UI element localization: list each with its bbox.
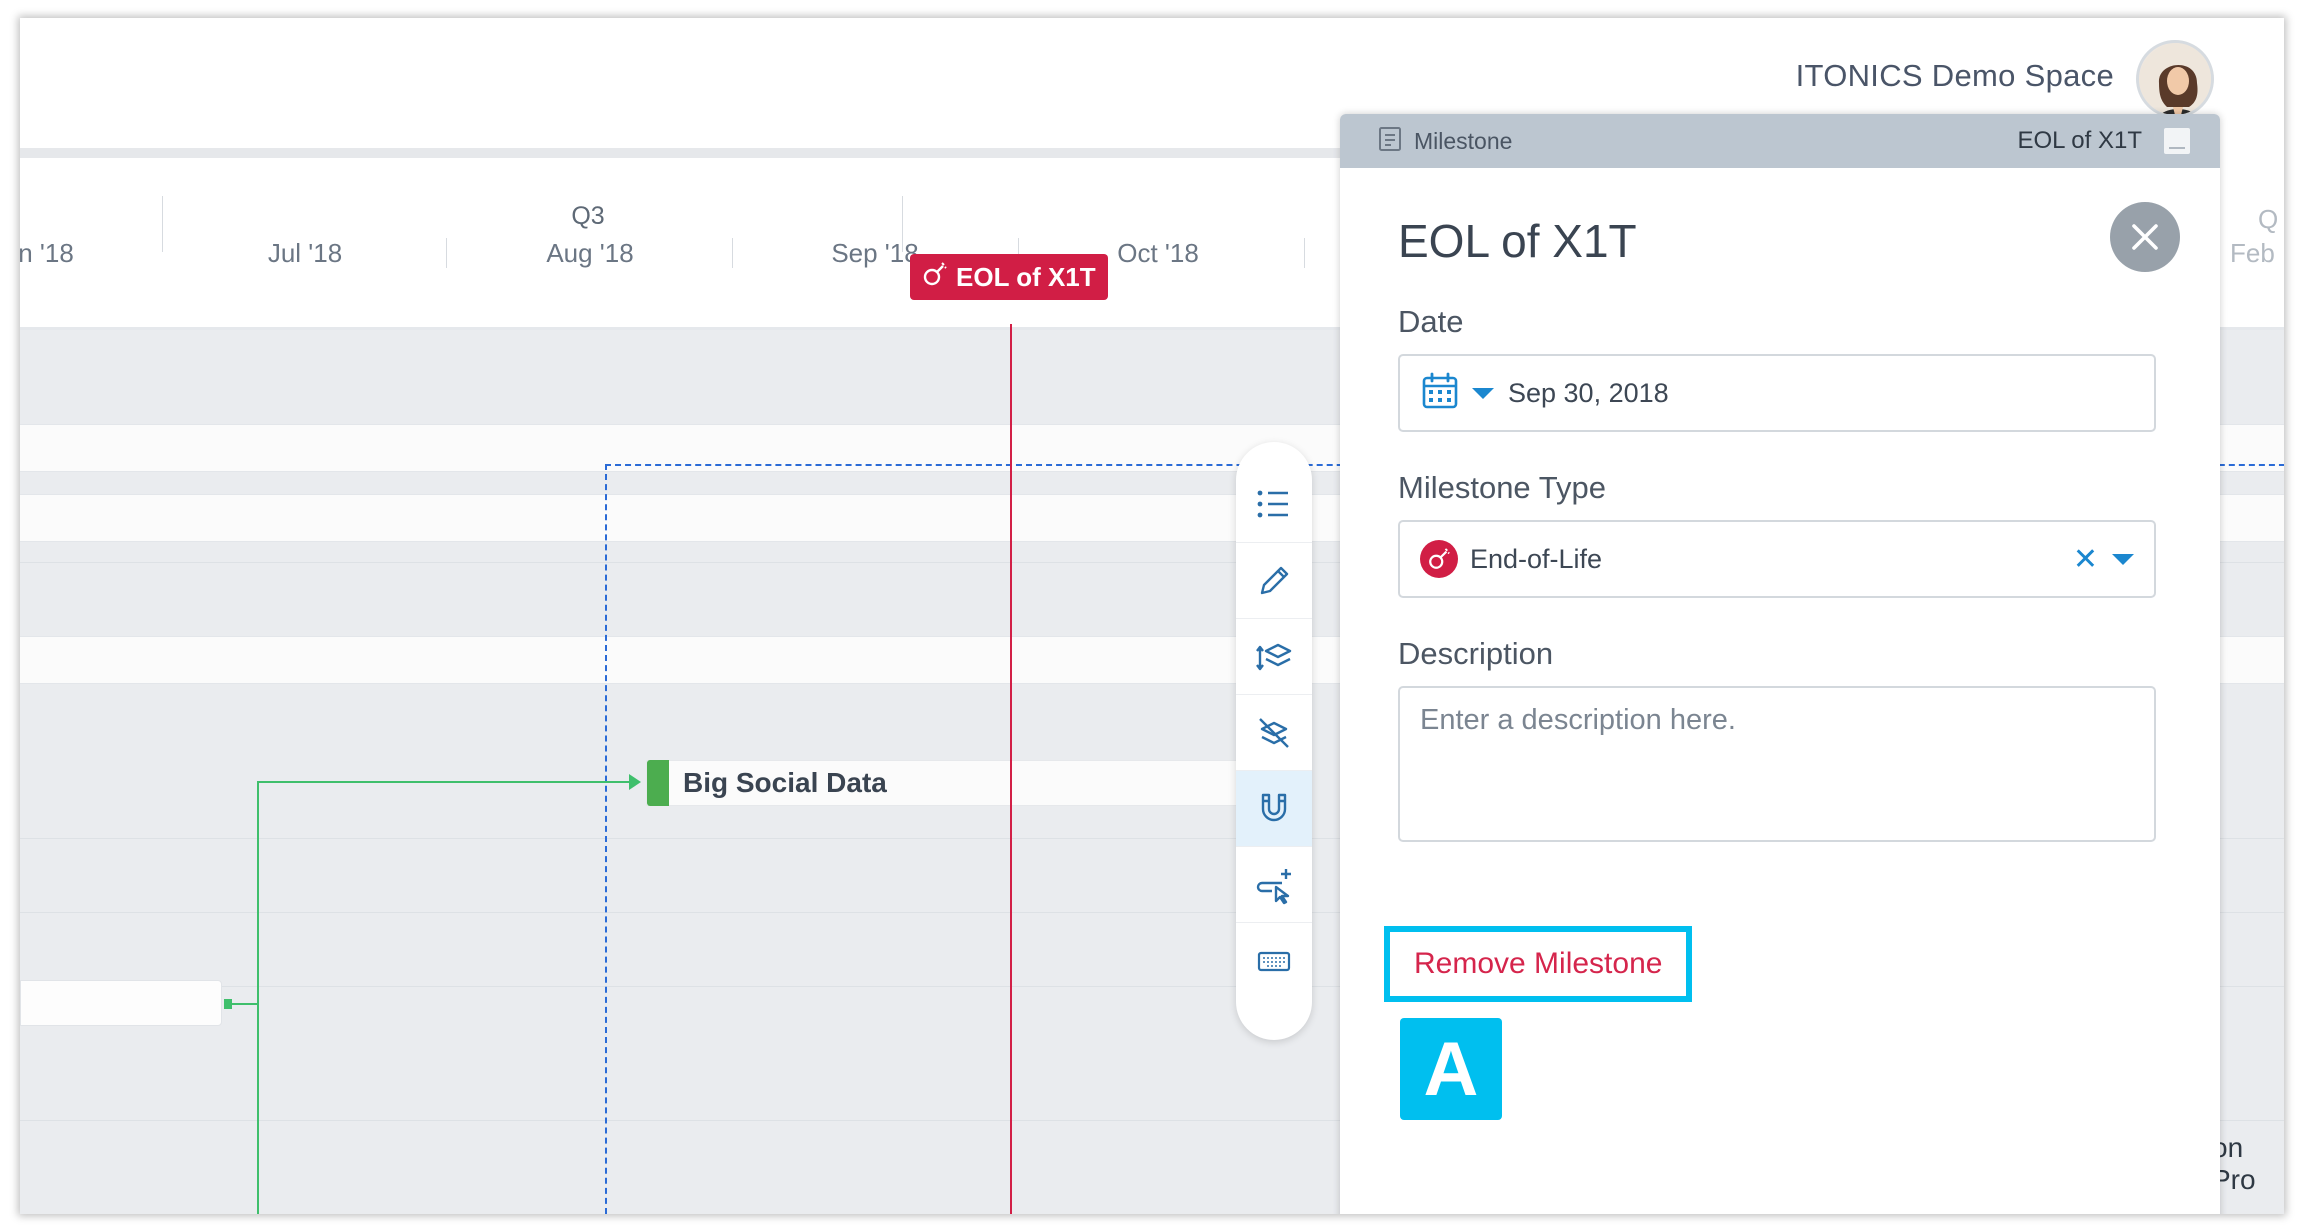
description-placeholder: Enter a description here. [1420, 704, 1736, 736]
item-color-marker [647, 760, 669, 806]
remove-milestone-button[interactable]: Remove Milestone [1414, 947, 1662, 981]
quarter-label: Q3 [571, 202, 605, 230]
tick [1304, 238, 1305, 268]
avatar-image [2139, 43, 2211, 115]
tick [446, 238, 447, 268]
calendar-icon[interactable] [1420, 371, 1460, 416]
panel-kind: Milestone [1414, 127, 1513, 154]
keyboard-shortcuts-button[interactable] [1236, 922, 1312, 998]
space-name[interactable]: ITONICS Demo Space [1796, 58, 2114, 94]
roadmap-item-big-social-data[interactable]: Big Social Data [646, 760, 1246, 806]
dependency-line [257, 781, 637, 783]
dependency-arrow-icon [629, 774, 641, 790]
milestone-type-value: End-of-Life [1470, 543, 1603, 574]
dependency-line [257, 781, 259, 1214]
list-view-button[interactable] [1236, 466, 1312, 542]
collapse-layers-button[interactable] [1236, 694, 1312, 770]
annotation-badge: A [1400, 1018, 1502, 1120]
vertical-toolbar [1236, 442, 1312, 1040]
milestone-tag-label: EOL of X1T [956, 261, 1096, 292]
panel-header-bar[interactable]: Milestone EOL of X1T [1340, 114, 2220, 168]
milestone-panel: Milestone EOL of X1T EOL of X1T Date Sep… [1340, 114, 2220, 1214]
add-cursor-icon [1256, 868, 1291, 904]
end-of-life-icon [922, 261, 948, 294]
selection-outline-left [605, 464, 607, 1214]
add-item-button[interactable] [1236, 846, 1312, 922]
panel-title: EOL of X1T [1398, 215, 1637, 267]
month-label: n '18 [20, 238, 74, 268]
month-label: Oct '18 [1117, 238, 1199, 268]
remove-milestone-highlight: Remove Milestone [1384, 926, 1693, 1002]
dependency-handle[interactable] [224, 999, 232, 1009]
minimize-button[interactable] [2164, 128, 2190, 154]
tick [732, 238, 733, 268]
tick [162, 196, 163, 252]
milestone-type-select[interactable]: End-of-Life ✕ [1398, 520, 2156, 598]
end-of-life-icon [1420, 540, 1458, 578]
horizontal-scrollbar[interactable] [20, 148, 1340, 158]
month-label-peek: Feb [2230, 238, 2275, 268]
layers-up-icon [1256, 643, 1292, 670]
month-label: Jul '18 [267, 238, 343, 268]
panel-item-name: EOL of X1T [2017, 127, 2143, 154]
description-label: Description [1398, 636, 1554, 671]
avatar[interactable] [2136, 40, 2214, 118]
close-icon [2132, 224, 2158, 250]
expand-layers-button[interactable] [1236, 618, 1312, 694]
description-textarea[interactable]: Enter a description here. [1398, 686, 2156, 842]
chevron-down-icon[interactable] [2112, 553, 2134, 565]
app-window: ITONICS Demo Space Q3 n '18 Jul '18 Aug … [20, 18, 2284, 1214]
milestone-tag[interactable]: EOL of X1T [910, 254, 1108, 300]
dependency-line [228, 1003, 258, 1005]
milestone-type-label: Milestone Type [1398, 470, 1606, 505]
list-icon [1257, 490, 1288, 518]
date-label: Date [1398, 304, 1464, 339]
pencil-icon [1260, 566, 1289, 594]
month-label: Sep '18 [831, 238, 919, 268]
snap-button[interactable] [1236, 770, 1312, 846]
close-button[interactable] [2110, 202, 2180, 272]
magnet-icon [1261, 793, 1287, 821]
date-value: Sep 30, 2018 [1508, 377, 1669, 408]
roadmap-item-label-peek: on Pro [2212, 1132, 2256, 1195]
milestone-line [1010, 324, 1012, 1214]
roadmap-item-bar[interactable] [20, 980, 222, 1026]
keyboard-icon [1257, 951, 1291, 971]
date-field[interactable]: Sep 30, 2018 [1398, 354, 2156, 432]
quarter-label-peek: Q [2258, 204, 2279, 234]
chevron-down-icon[interactable] [1472, 387, 1494, 399]
clear-icon[interactable]: ✕ [2073, 542, 2098, 577]
edit-button[interactable] [1236, 542, 1312, 618]
layers-off-icon [1259, 717, 1289, 748]
roadmap-item-label: Big Social Data [683, 767, 887, 798]
month-label: Aug '18 [546, 238, 634, 268]
document-icon [1378, 126, 1402, 157]
